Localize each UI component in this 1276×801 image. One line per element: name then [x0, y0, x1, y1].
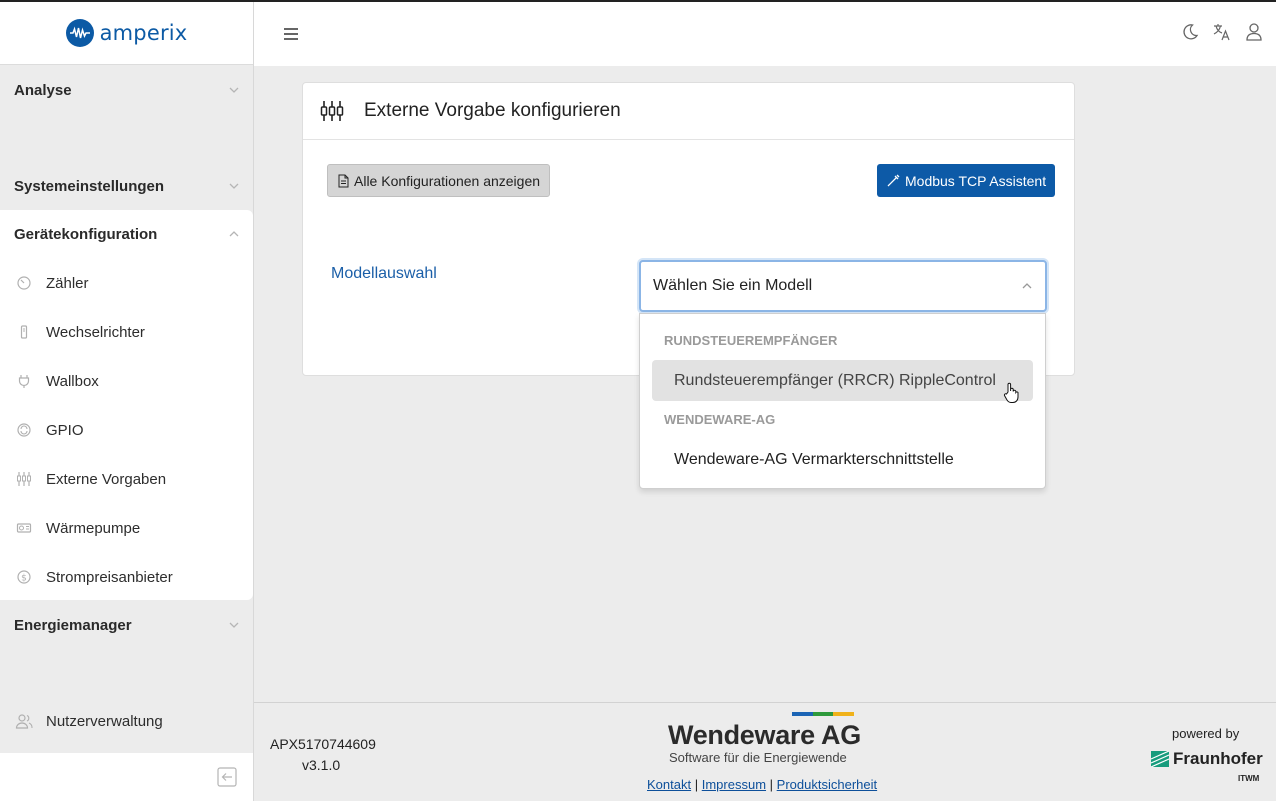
sidebar-item-strompreisanbieter[interactable]: $ Strompreisanbieter [0, 557, 253, 597]
plug-icon [14, 371, 34, 391]
sidebar-item-externe-vorgaben[interactable]: Externe Vorgaben [0, 459, 253, 499]
button-label: Alle Konfigurationen anzeigen [354, 172, 541, 189]
model-dropdown-menu: RUNDSTEUEREMPFÄNGER Rundsteuerempfänger … [639, 313, 1046, 489]
chevron-up-icon [229, 231, 239, 237]
sidebar-item-label: Nutzerverwaltung [46, 712, 163, 730]
company-name: Wendeware AG [668, 720, 861, 750]
sidebar-item-label: Strompreisanbieter [46, 568, 173, 586]
sidebar-item-label: GPIO [46, 421, 84, 439]
section-label: Systemeinstellungen [14, 177, 165, 195]
sidebar-item-label: Externe Vorgaben [46, 470, 167, 488]
fraunhofer-logo: Fraunhofer [1151, 749, 1263, 769]
link-separator: | [769, 777, 774, 792]
dropdown-option-wendeware[interactable]: Wendeware-AG Vermarkterschnittstelle [652, 439, 1033, 480]
page-footer: APX5170744609 v3.1.0 Wendeware AG Softwa… [254, 702, 1276, 801]
chevron-down-icon [229, 183, 239, 189]
dollar-icon: $ [14, 567, 34, 587]
partner-subtitle: ITWM [1238, 774, 1260, 783]
app-version: v3.1.0 [302, 757, 341, 773]
option-label: Rundsteuerempfänger (RRCR) RippleControl [674, 371, 996, 389]
model-selection-label: Modellauswahl [331, 265, 437, 282]
sidebar-item-label: Wallbox [46, 372, 99, 390]
sidebar-item-wallbox[interactable]: Wallbox [0, 361, 253, 401]
chevron-down-icon [229, 87, 239, 93]
dropdown-group-label: RUNDSTEUEREMPFÄNGER [664, 333, 838, 348]
section-analyse[interactable]: Analyse [0, 70, 254, 110]
logo[interactable]: amperix [0, 2, 253, 65]
page-title: Externe Vorgabe konfigurieren [364, 100, 621, 121]
sidebar-footer [0, 753, 253, 801]
section-label: Energiemanager [14, 616, 132, 634]
sidebar: amperix Analyse Systemeinstellungen Gerä… [0, 2, 254, 801]
gpio-icon [14, 420, 34, 440]
option-label: Wendeware-AG Vermarkterschnittstelle [674, 450, 954, 468]
sidebar-item-zaehler[interactable]: Zähler [0, 263, 253, 303]
translate-icon[interactable] [1212, 22, 1232, 42]
dropdown-option-rrcr[interactable]: Rundsteuerempfänger (RRCR) RippleControl [652, 360, 1033, 401]
link-impressum[interactable]: Impressum [702, 777, 766, 792]
sliders-icon [14, 469, 34, 489]
users-icon [14, 711, 34, 731]
card-header: Externe Vorgabe konfigurieren [303, 83, 1074, 140]
link-kontakt[interactable]: Kontakt [647, 777, 691, 792]
app-name: amperix [99, 21, 188, 45]
button-label: Modbus TCP Assistent [905, 172, 1047, 189]
user-profile-icon[interactable] [1244, 22, 1264, 42]
top-header [254, 2, 1276, 66]
hamburger-menu-icon[interactable] [284, 28, 298, 40]
select-value: Wählen Sie ein Modell [653, 277, 813, 294]
inverter-icon [14, 322, 34, 342]
link-produktsicherheit[interactable]: Produktsicherheit [777, 777, 877, 792]
section-label: Gerätekonfiguration [14, 225, 158, 243]
wendeware-color-bar [792, 712, 855, 716]
sidebar-item-nutzerverwaltung[interactable]: Nutzerverwaltung [0, 701, 253, 741]
meter-icon [14, 273, 34, 293]
section-energiemanager[interactable]: Energiemanager [0, 605, 254, 645]
svg-text:$: $ [21, 574, 27, 584]
document-icon [338, 174, 349, 187]
hand-cursor-icon [1003, 382, 1019, 403]
link-separator: | [694, 777, 699, 792]
sidebar-item-label: Wärmepumpe [46, 519, 141, 537]
chevron-down-icon [229, 622, 239, 628]
chevron-up-icon [1022, 283, 1032, 289]
footer-links: Kontakt | Impressum | Produktsicherheit [647, 777, 877, 792]
powered-by-label: powered by [1172, 726, 1240, 741]
section-label: Analyse [14, 81, 72, 99]
modbus-tcp-assistant-button[interactable]: Modbus TCP Assistent [877, 164, 1056, 197]
company-tagline: Software für die Energiewende [669, 750, 847, 765]
sidebar-item-wechselrichter[interactable]: Wechselrichter [0, 312, 253, 352]
heatpump-icon [14, 518, 34, 538]
sidebar-item-label: Wechselrichter [46, 323, 145, 341]
fraunhofer-logo-icon [1151, 751, 1169, 767]
show-all-configurations-button[interactable]: Alle Konfigurationen anzeigen [327, 164, 551, 197]
section-systemeinstellungen[interactable]: Systemeinstellungen [0, 166, 254, 206]
sidebar-item-waermepumpe[interactable]: Wärmepumpe [0, 508, 253, 548]
device-serial: APX5170744609 [270, 736, 376, 752]
amperix-logo-icon [65, 19, 94, 47]
wand-icon [887, 174, 900, 186]
section-geraetekonfiguration[interactable]: Gerätekonfiguration [0, 214, 254, 254]
collapse-sidebar-icon[interactable] [217, 767, 237, 787]
dark-mode-moon-icon[interactable] [1180, 22, 1200, 42]
partner-name: Fraunhofer [1173, 749, 1263, 768]
sidebar-item-gpio[interactable]: GPIO [0, 410, 253, 450]
sliders-icon [320, 101, 344, 121]
dropdown-group-label: WENDEWARE-AG [664, 412, 776, 427]
sidebar-item-label: Zähler [46, 274, 89, 292]
model-select[interactable]: Wählen Sie ein Modell [639, 260, 1047, 312]
